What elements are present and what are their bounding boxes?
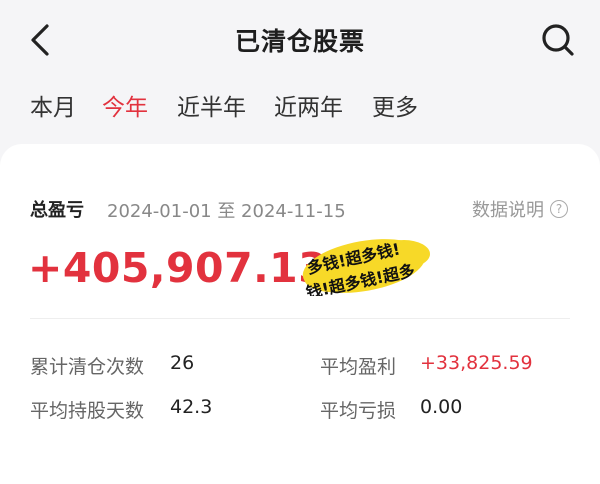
- search-icon: [542, 24, 574, 56]
- summary-card: [0, 144, 600, 484]
- tab-this-month[interactable]: 本月: [30, 88, 76, 122]
- page-title: 已清仓股票: [234, 27, 365, 56]
- avg-loss-value: 0.00: [420, 396, 463, 418]
- period-tabs: 本月 今年 近半年 近两年 更多: [0, 88, 600, 124]
- date-range: 2024-01-01 至 2024-11-15: [107, 201, 346, 222]
- avg-profit-value: +33,825.59: [420, 352, 533, 374]
- avg-hold-days-value: 42.3: [170, 396, 213, 418]
- tab-this-year[interactable]: 今年: [102, 88, 148, 122]
- top-bar: 已清仓股票: [0, 0, 600, 80]
- data-note-link[interactable]: 数据说明 ?: [472, 196, 568, 222]
- data-note-label: 数据说明: [472, 200, 544, 221]
- total-pnl-label: 总盈亏: [30, 200, 84, 221]
- tab-more[interactable]: 更多: [372, 88, 418, 122]
- clear-count-label: 累计清仓次数: [30, 356, 145, 378]
- tab-half-year[interactable]: 近半年: [177, 88, 246, 122]
- tab-two-years[interactable]: 近两年: [274, 88, 343, 122]
- avg-hold-days-label: 平均持股天数: [30, 400, 145, 422]
- divider: [30, 318, 570, 319]
- question-icon: ?: [550, 200, 568, 218]
- total-pnl-value: +405,907.13: [28, 244, 328, 292]
- clear-count-value: 26: [170, 352, 195, 374]
- avg-profit-label: 平均盈利: [320, 356, 397, 378]
- search-button[interactable]: [538, 20, 578, 60]
- avg-loss-label: 平均亏损: [320, 400, 397, 422]
- money-sticker: 多钱!超多钱! 钱!超多钱!超多: [302, 239, 430, 296]
